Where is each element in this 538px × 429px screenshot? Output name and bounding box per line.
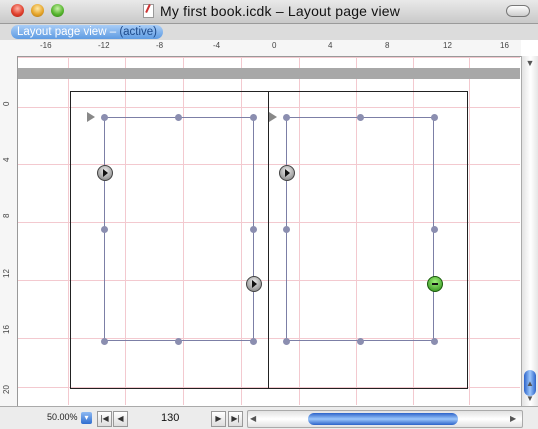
resize-handle[interactable] — [101, 338, 108, 345]
text-inport-icon[interactable] — [97, 165, 113, 181]
horizontal-ruler: -16 -12 -8 -4 0 4 8 12 16 — [17, 40, 521, 57]
window-title: My first book.icdk – Layout page view — [160, 3, 401, 19]
resize-handle[interactable] — [101, 114, 108, 121]
tab-label: Layout page view – — [17, 26, 117, 38]
scroll-right-arrow-icon[interactable]: ▶ — [510, 414, 516, 423]
resize-handle[interactable] — [175, 114, 182, 121]
ruler-label: 12 — [443, 41, 452, 50]
last-page-button[interactable]: ▶| — [228, 411, 243, 427]
ruler-label: 16 — [2, 325, 11, 334]
minimize-window-button[interactable] — [31, 4, 44, 17]
document-icon — [143, 4, 154, 18]
scroll-collapse-arrow-icon[interactable]: ▼ — [524, 58, 536, 68]
first-page-button[interactable]: |◀ — [97, 411, 112, 427]
text-outport-icon[interactable] — [246, 276, 262, 292]
zoom-window-button[interactable] — [51, 4, 64, 17]
text-flow-start-icon[interactable] — [269, 112, 277, 122]
ruler-label: 4 — [328, 41, 333, 50]
ruler-label: 20 — [2, 385, 11, 394]
zoom-popup-button[interactable]: ▾ — [81, 412, 92, 424]
ruler-label: -8 — [156, 41, 164, 50]
text-inport-icon[interactable] — [279, 165, 295, 181]
toolbar-toggle-button[interactable] — [506, 5, 530, 17]
resize-handle[interactable] — [250, 114, 257, 121]
resize-handle[interactable] — [283, 114, 290, 121]
ruler-label: 0 — [272, 41, 277, 50]
resize-handle[interactable] — [431, 338, 438, 345]
resize-handle[interactable] — [283, 226, 290, 233]
horizontal-scroll-thumb[interactable] — [308, 413, 458, 425]
vertical-ruler: 0 4 8 12 16 20 — [0, 56, 18, 406]
ruler-corner — [0, 40, 18, 57]
horizontal-scrollbar[interactable]: ◀ ▶ — [247, 410, 523, 428]
previous-page-button[interactable]: ◀ — [113, 411, 128, 427]
guide-line — [469, 57, 470, 405]
resize-handle[interactable] — [283, 338, 290, 345]
close-window-button[interactable] — [11, 4, 24, 17]
resize-handle[interactable] — [357, 338, 364, 345]
resize-handle[interactable] — [175, 338, 182, 345]
pasteboard-header — [18, 68, 520, 79]
text-flow-start-icon[interactable] — [87, 112, 95, 122]
tab-status: (active) — [119, 26, 158, 38]
ruler-label: 4 — [2, 157, 11, 162]
guide-line — [68, 57, 69, 405]
resize-handle[interactable] — [250, 338, 257, 345]
ruler-label: 12 — [2, 269, 11, 278]
scroll-left-arrow-icon[interactable]: ◀ — [250, 414, 256, 423]
resize-handle[interactable] — [431, 226, 438, 233]
ruler-label: 8 — [385, 41, 390, 50]
tab-layout-page-view[interactable]: Layout page view – (active) — [11, 25, 164, 39]
guide-line — [18, 57, 520, 58]
text-frame-left[interactable] — [104, 117, 254, 341]
layout-canvas[interactable] — [18, 57, 520, 405]
spine-divider — [268, 91, 269, 389]
resize-handle[interactable] — [101, 226, 108, 233]
page-number: 130 — [161, 412, 180, 424]
vertical-scrollbar[interactable]: ▼ ▲ ▼ — [521, 56, 538, 406]
scroll-down-arrow-icon[interactable]: ▼ — [526, 394, 534, 403]
text-frame-right[interactable] — [286, 117, 434, 341]
window-titlebar: My first book.icdk – Layout page view — [0, 0, 538, 24]
ruler-label: -16 — [40, 41, 52, 50]
scroll-up-arrow-icon[interactable]: ▲ — [526, 379, 534, 388]
ruler-label: 0 — [2, 101, 11, 106]
tab-bar: Layout page view – (active) — [0, 24, 538, 40]
ruler-label: -12 — [98, 41, 110, 50]
status-bar: 50.00% ▾ |◀ ◀ 130 ▶ ▶| ◀ ▶ — [0, 406, 538, 429]
ruler-label: 16 — [500, 41, 509, 50]
zoom-level: 50.00% — [47, 412, 78, 422]
resize-handle[interactable] — [431, 114, 438, 121]
ruler-label: -4 — [213, 41, 221, 50]
next-page-button[interactable]: ▶ — [211, 411, 226, 427]
resize-handle[interactable] — [250, 226, 257, 233]
resize-handle[interactable] — [357, 114, 364, 121]
text-overflow-icon[interactable] — [427, 276, 443, 292]
ruler-label: 8 — [2, 213, 11, 218]
